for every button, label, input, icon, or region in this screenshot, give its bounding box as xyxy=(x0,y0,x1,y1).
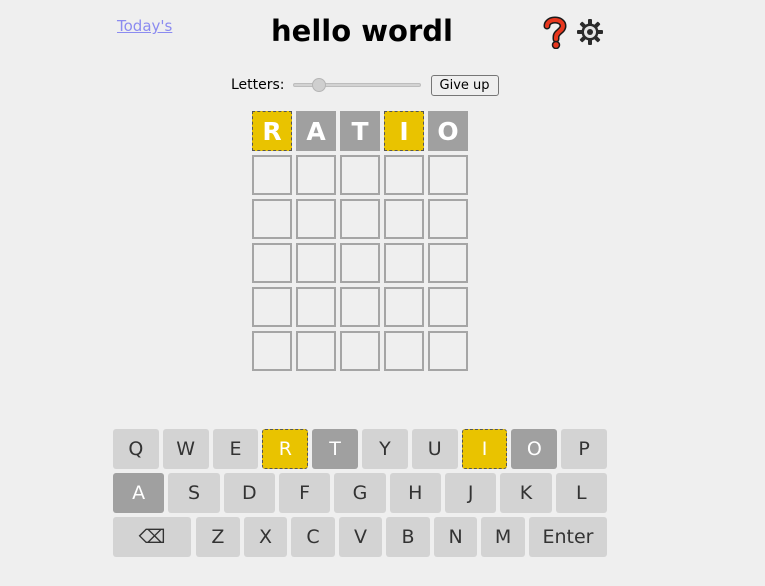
on-screen-keyboard: Q W E R T Y U I O P A S D F G H J K L ⌫ Z X C V B N M Enter xyxy=(113,429,611,561)
empty-tile xyxy=(384,155,424,195)
empty-tile xyxy=(384,331,424,371)
empty-tile xyxy=(384,243,424,283)
empty-tile xyxy=(428,155,468,195)
tile-a: A xyxy=(296,111,336,151)
empty-tile xyxy=(340,155,380,195)
key-y[interactable]: Y xyxy=(362,429,408,469)
empty-tile xyxy=(384,199,424,239)
empty-tile xyxy=(428,199,468,239)
empty-tile xyxy=(428,287,468,327)
key-l[interactable]: L xyxy=(555,473,607,513)
key-f[interactable]: F xyxy=(278,473,331,513)
key-h[interactable]: H xyxy=(389,473,441,513)
empty-tile xyxy=(296,243,336,283)
empty-tile xyxy=(340,287,380,327)
key-r[interactable]: R xyxy=(262,429,309,469)
backspace-key[interactable]: ⌫ xyxy=(113,517,192,557)
key-v[interactable]: V xyxy=(338,517,383,557)
empty-tile xyxy=(384,287,424,327)
empty-tile xyxy=(340,199,380,239)
empty-tile xyxy=(296,155,336,195)
keyboard-row: ASDFGHJKL xyxy=(113,473,611,513)
key-e[interactable]: E xyxy=(212,429,259,469)
give-up-button[interactable]: Give up xyxy=(430,74,499,96)
key-o[interactable]: O xyxy=(511,429,558,469)
letters-label: Letters: xyxy=(231,77,285,93)
key-p[interactable]: P xyxy=(561,429,607,469)
empty-tile xyxy=(340,243,380,283)
empty-tile xyxy=(428,331,468,371)
empty-tile xyxy=(428,243,468,283)
key-g[interactable]: G xyxy=(334,473,386,513)
page-title: hello wordl xyxy=(271,14,453,48)
empty-tile xyxy=(340,331,380,371)
controls-bar: Letters: Give up xyxy=(231,74,499,96)
key-t[interactable]: T xyxy=(312,429,358,469)
slider-thumb[interactable] xyxy=(311,78,326,92)
keyboard-row: QWERTYUIOP xyxy=(113,429,611,469)
letters-slider[interactable] xyxy=(292,77,421,93)
empty-tile xyxy=(252,243,292,283)
question-mark-icon[interactable] xyxy=(541,15,569,50)
key-j[interactable]: J xyxy=(444,473,497,513)
key-i[interactable]: I xyxy=(461,429,508,469)
tile-i: I xyxy=(384,111,424,151)
key-c[interactable]: C xyxy=(291,517,335,557)
key-k[interactable]: K xyxy=(500,473,552,513)
empty-tile xyxy=(252,155,292,195)
tile-o: O xyxy=(428,111,468,151)
key-a[interactable]: A xyxy=(113,473,165,513)
key-w[interactable]: W xyxy=(162,429,209,469)
tile-t: T xyxy=(340,111,380,151)
key-z[interactable]: Z xyxy=(196,517,240,557)
key-n[interactable]: N xyxy=(433,517,478,557)
tile-r: R xyxy=(252,111,292,151)
key-q[interactable]: Q xyxy=(113,429,159,469)
empty-tile xyxy=(296,199,336,239)
enter-key[interactable]: Enter xyxy=(528,517,608,557)
empty-tile xyxy=(252,199,292,239)
guess-board: RATIO xyxy=(252,111,468,371)
gear-icon[interactable] xyxy=(576,18,604,46)
key-x[interactable]: X xyxy=(243,517,288,557)
empty-tile xyxy=(296,287,336,327)
empty-tile xyxy=(296,331,336,371)
keyboard-row: ⌫ Z X C V B N M Enter xyxy=(113,517,611,557)
empty-tile xyxy=(252,287,292,327)
empty-tile xyxy=(252,331,292,371)
key-s[interactable]: S xyxy=(168,473,220,513)
key-m[interactable]: M xyxy=(481,517,525,557)
key-b[interactable]: B xyxy=(386,517,430,557)
key-u[interactable]: U xyxy=(411,429,458,469)
key-d[interactable]: D xyxy=(223,473,275,513)
